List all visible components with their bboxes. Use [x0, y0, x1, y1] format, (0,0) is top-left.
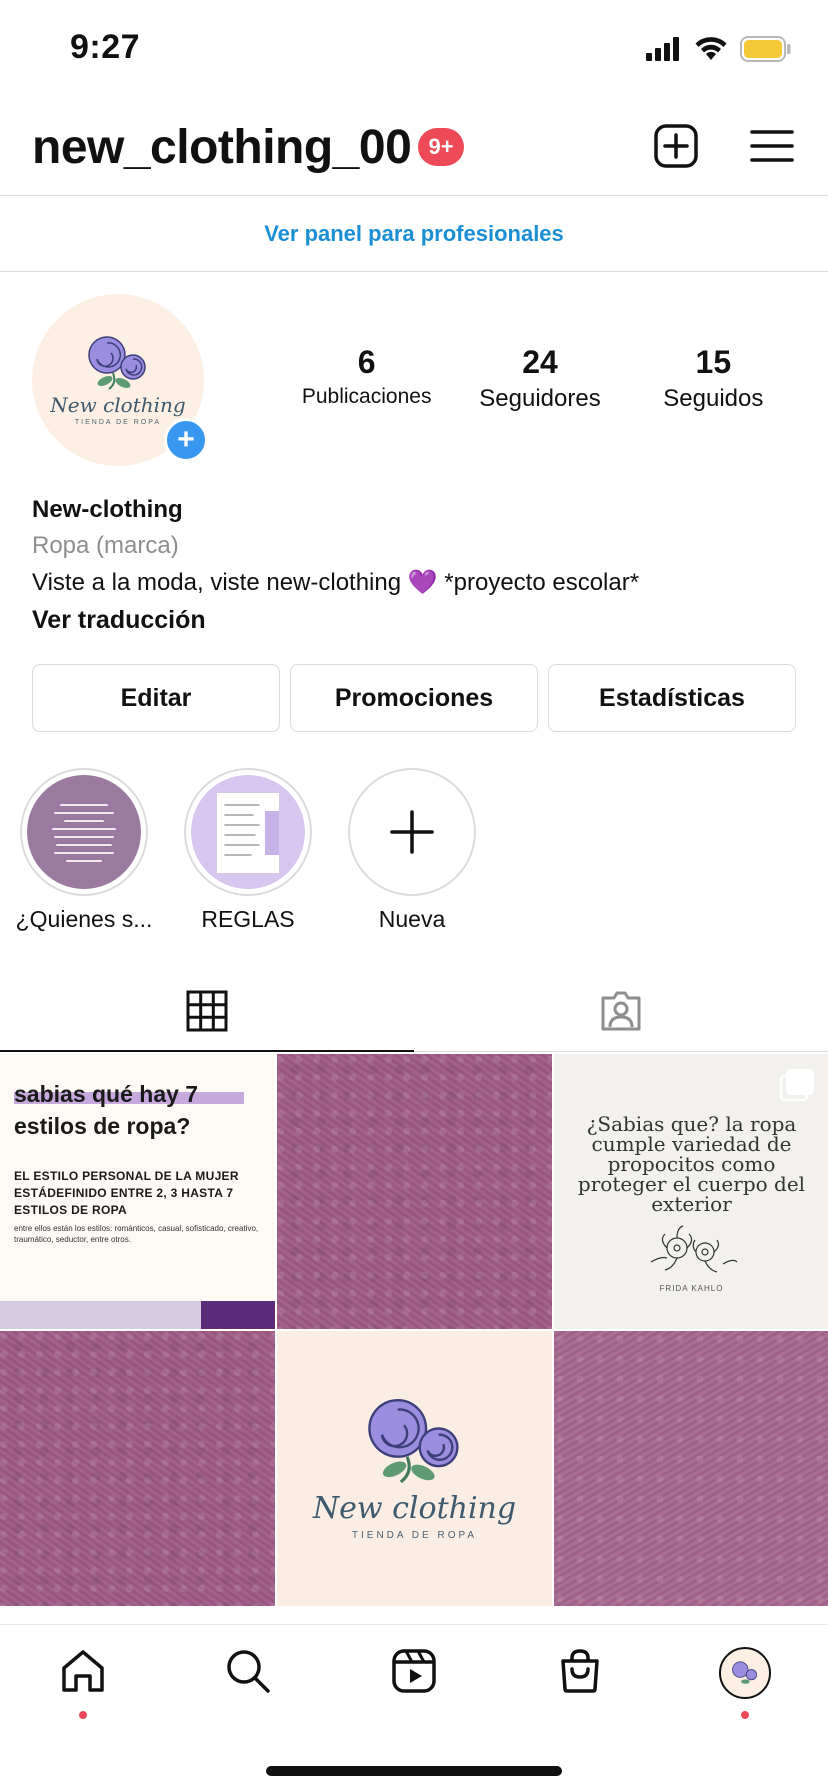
status-time: 9:27	[70, 28, 141, 66]
flowers-sketch-icon	[650, 1225, 737, 1273]
profile-bio: New-clothing Ropa (marca) Viste a la mod…	[32, 496, 802, 635]
stat-posts[interactable]: 6 Publicaciones	[280, 344, 453, 413]
post-styles-subtitle: EL ESTILO PERSONAL DE LA MUJER ESTÁDEFIN…	[14, 1169, 239, 1217]
stat-followers-count: 24	[522, 344, 558, 380]
see-translation-link[interactable]: Ver traducción	[32, 606, 802, 635]
nav-home[interactable]	[48, 1647, 118, 1719]
tagged-person-icon	[601, 991, 641, 1030]
post-tile-texture-2[interactable]	[0, 1331, 275, 1606]
stat-following[interactable]: 15 Seguidos	[627, 344, 800, 413]
avatar-brand-text: New clothing	[50, 392, 186, 417]
stat-posts-count: 6	[357, 344, 376, 380]
hamburger-menu-icon	[750, 130, 794, 162]
statistics-button[interactable]: Estadísticas	[548, 664, 796, 732]
rose-logo-icon	[367, 1398, 459, 1483]
profile-header: new_clothing_00 9+	[0, 100, 828, 196]
profile-avatar-small	[719, 1647, 772, 1699]
grid-icon	[186, 990, 228, 1031]
highlight-new[interactable]: Nueva	[348, 768, 476, 933]
nav-profile[interactable]	[710, 1647, 780, 1719]
posts-grid: sabias qué hay 7 estilos de ropa? EL EST…	[0, 1054, 828, 1606]
profile-category: Ropa (marca)	[32, 532, 179, 559]
plus-icon	[390, 810, 434, 854]
post-did-you-know-text: ¿Sabias que? la ropa cumple variedad de …	[577, 1112, 806, 1216]
highlight-ring	[184, 768, 312, 896]
profile-actions: Editar Promociones Estadísticas	[32, 664, 796, 732]
shopping-bag-icon	[560, 1649, 599, 1693]
post-styles-title-line1: sabias qué hay 7	[14, 1081, 199, 1107]
nav-shop[interactable]	[545, 1647, 615, 1717]
text-lines-cover	[52, 804, 116, 862]
highlight-ring	[20, 768, 148, 896]
avatar-subtitle: TIENDA DE ROPA	[74, 418, 162, 426]
nav-reels[interactable]	[379, 1647, 449, 1717]
post-styles-title: sabias qué hay 7 estilos de ropa?	[14, 1078, 261, 1142]
post-styles-title-line2: estilos de ropa?	[14, 1113, 191, 1139]
professional-dashboard-link[interactable]: Ver panel para profesionales	[0, 197, 828, 272]
add-story-button[interactable]: +	[164, 418, 208, 462]
story-highlights: ¿Quienes s... REGLAS Nueva	[16, 768, 476, 933]
stat-followers-label: Seguidores	[479, 385, 601, 412]
stat-posts-label: Publicaciones	[301, 385, 432, 408]
profile-tabs	[0, 970, 828, 1052]
post-logo-brand: New clothing	[312, 1490, 517, 1526]
menu-button[interactable]	[746, 120, 798, 172]
profile-name: New-clothing	[32, 496, 183, 523]
tab-tagged[interactable]	[414, 970, 828, 1051]
highlight-about[interactable]: ¿Quienes s...	[16, 768, 152, 933]
post-did-you-know-signature: FRIDA KAHLO	[659, 1284, 724, 1293]
profile-notification-dot	[741, 1711, 750, 1719]
reels-icon	[392, 1649, 436, 1693]
wifi-icon	[695, 37, 727, 60]
decorative-bar-dark	[201, 1301, 275, 1329]
post-tile-texture-1[interactable]	[277, 1054, 552, 1329]
stat-following-count: 15	[695, 344, 732, 380]
nav-search[interactable]	[213, 1647, 283, 1717]
profile-bio-text: Viste a la moda, viste new-clothing 💜 *p…	[32, 569, 640, 596]
carousel-icon	[779, 1069, 814, 1102]
profile-stats: 6 Publicaciones 24 Seguidores 15 Seguido…	[280, 344, 800, 413]
search-icon	[227, 1650, 271, 1693]
rose-logo-icon	[88, 335, 146, 390]
post-styles-small-text: entre ellos están los estilos: romántico…	[14, 1224, 259, 1244]
status-bar: 9:27	[0, 0, 828, 100]
battery-icon	[740, 36, 791, 62]
home-indicator	[266, 1766, 562, 1776]
highlight-about-label: ¿Quienes s...	[15, 906, 153, 932]
post-tile-logo[interactable]: New clothing TIENDA DE ROPA	[277, 1331, 552, 1606]
bottom-navigation	[0, 1624, 828, 1734]
stat-followers[interactable]: 24 Seguidores	[453, 344, 626, 413]
post-tile-styles[interactable]: sabias qué hay 7 estilos de ropa? EL EST…	[0, 1054, 275, 1329]
notification-badge[interactable]: 9+	[418, 128, 464, 166]
username-title[interactable]: new_clothing_00	[32, 120, 412, 175]
plus-square-icon	[654, 124, 698, 168]
document-cover	[217, 793, 279, 873]
home-icon	[62, 1650, 104, 1692]
profile-avatar[interactable]: New clothing TIENDA DE ROPA +	[32, 294, 208, 466]
home-notification-dot	[78, 1711, 87, 1719]
promotions-button[interactable]: Promociones	[290, 664, 538, 732]
rose-logo-icon	[732, 1661, 758, 1684]
multi-photo-icon-wrap	[779, 1068, 815, 1107]
highlight-ring	[348, 768, 476, 896]
edit-profile-button[interactable]: Editar	[32, 664, 280, 732]
post-tile-texture-3[interactable]	[554, 1331, 828, 1606]
post-logo-subtitle: TIENDA DE ROPA	[351, 1529, 478, 1541]
tab-posts-grid[interactable]	[0, 970, 414, 1052]
highlight-new-label: Nueva	[378, 906, 446, 932]
cellular-signal-icon	[646, 37, 679, 61]
highlight-rules[interactable]: REGLAS	[184, 768, 312, 933]
highlight-about-cover	[27, 775, 141, 889]
highlight-rules-label: REGLAS	[201, 906, 295, 932]
status-icons	[646, 36, 792, 62]
highlight-rules-cover	[191, 775, 305, 889]
create-post-button[interactable]	[650, 120, 702, 172]
stat-following-label: Seguidos	[663, 385, 764, 412]
post-tile-did-you-know[interactable]: ¿Sabias que? la ropa cumple variedad de …	[554, 1054, 828, 1329]
